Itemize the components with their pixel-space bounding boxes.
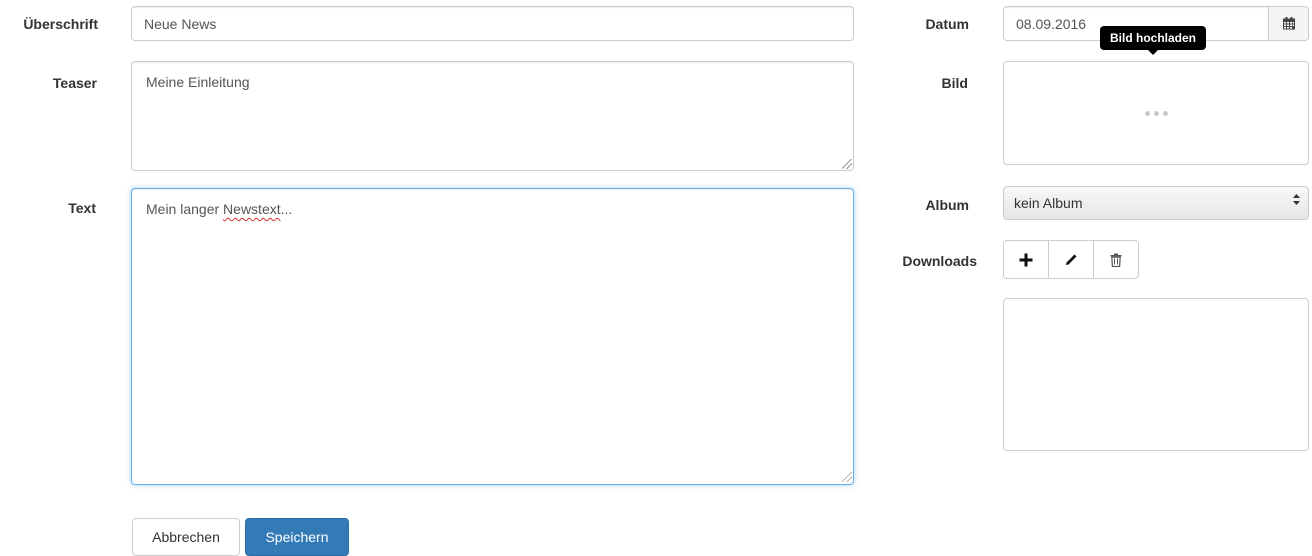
edit-download-button[interactable] — [1048, 240, 1094, 279]
text-content-misspelled-word: Newstext — [223, 201, 281, 217]
downloads-toolbar — [1003, 240, 1139, 279]
album-selected-value: kein Album — [1014, 195, 1083, 211]
heading-input[interactable] — [131, 6, 854, 41]
album-label: Album — [925, 197, 969, 213]
calendar-icon — [1282, 17, 1295, 30]
text-content-end: ... — [280, 201, 293, 217]
calendar-button[interactable] — [1268, 6, 1309, 41]
teaser-label: Teaser — [52, 75, 97, 91]
text-content-start: Mein langer — [146, 201, 224, 217]
downloads-list[interactable] — [1003, 298, 1309, 451]
add-download-button[interactable] — [1003, 240, 1049, 279]
image-label: Bild — [941, 75, 968, 91]
image-upload-tooltip: Bild hochladen — [1100, 26, 1207, 55]
heading-label: Überschrift — [23, 16, 98, 32]
image-upload-area[interactable] — [1003, 61, 1309, 165]
trash-icon — [1110, 253, 1122, 267]
teaser-textarea[interactable]: Meine Einleitung — [131, 61, 854, 171]
downloads-label: Downloads — [902, 253, 977, 269]
delete-download-button[interactable] — [1093, 240, 1139, 279]
pencil-icon — [1066, 254, 1077, 265]
ellipsis-icon — [1143, 110, 1170, 116]
updown-caret-icon — [1293, 187, 1300, 219]
cancel-button[interactable]: Abbrechen — [132, 518, 240, 556]
album-select[interactable]: kein Album — [1003, 186, 1309, 220]
text-label: Text — [68, 200, 96, 216]
date-label: Datum — [925, 16, 969, 32]
save-button[interactable]: Speichern — [245, 518, 349, 556]
teaser-text: Meine Einleitung — [146, 74, 250, 90]
text-textarea[interactable]: Mein langer Newstext... — [131, 188, 854, 485]
plus-icon — [1019, 253, 1033, 266]
